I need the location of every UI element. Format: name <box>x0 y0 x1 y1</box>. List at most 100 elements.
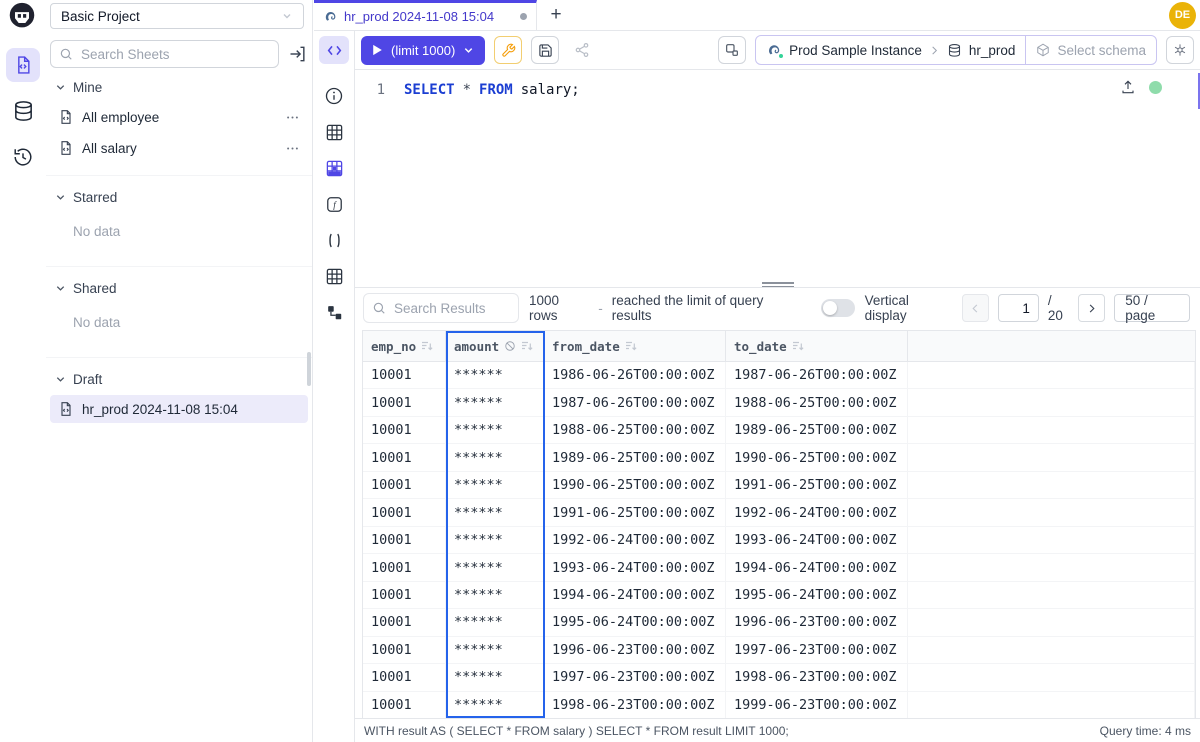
cell-to-date[interactable]: 1991-06-25T00:00:00Z <box>726 472 908 498</box>
section-draft-header[interactable]: Draft <box>46 366 312 392</box>
cell-emp-no[interactable]: 10001 <box>363 472 446 498</box>
cell-from-date[interactable]: 1996-06-23T00:00:00Z <box>544 637 726 663</box>
cell-amount[interactable]: ****** <box>446 637 544 663</box>
cell-amount[interactable]: ****** <box>446 692 544 718</box>
run-query-button[interactable]: (limit 1000) <box>361 36 485 65</box>
cell-to-date[interactable]: 1987-06-26T00:00:00Z <box>726 362 908 388</box>
column-header-amount[interactable]: amount <box>446 331 544 361</box>
column-header-to-date[interactable]: to_date <box>726 331 908 361</box>
cell-emp-no[interactable]: 10001 <box>363 582 446 608</box>
cell-to-date[interactable]: 1999-06-23T00:00:00Z <box>726 692 908 718</box>
info-panel-button[interactable] <box>323 85 345 107</box>
cell-amount[interactable]: ****** <box>446 527 544 553</box>
ai-assistant-button[interactable] <box>1166 36 1194 64</box>
page-size-select[interactable]: 50 / page <box>1114 294 1190 322</box>
table-row[interactable]: 10001 ****** 1995-06-24T00:00:00Z 1996-0… <box>363 609 1195 636</box>
save-sheet-button[interactable] <box>531 36 559 64</box>
cell-amount[interactable]: ****** <box>446 499 544 525</box>
table-row[interactable]: 10001 ****** 1990-06-25T00:00:00Z 1991-0… <box>363 472 1195 499</box>
cell-emp-no[interactable]: 10001 <box>363 554 446 580</box>
cell-amount[interactable]: ****** <box>446 582 544 608</box>
table-row[interactable]: 10001 ****** 1998-06-23T00:00:00Z 1999-0… <box>363 692 1195 718</box>
more-actions-icon[interactable] <box>285 110 300 125</box>
cell-to-date[interactable]: 1988-06-25T00:00:00Z <box>726 389 908 415</box>
cell-to-date[interactable]: 1990-06-25T00:00:00Z <box>726 444 908 470</box>
more-actions-icon[interactable] <box>285 141 300 156</box>
cell-from-date[interactable]: 1997-06-23T00:00:00Z <box>544 664 726 690</box>
cell-to-date[interactable]: 1998-06-23T00:00:00Z <box>726 664 908 690</box>
user-avatar[interactable]: DE <box>1169 2 1196 29</box>
cell-from-date[interactable]: 1992-06-24T00:00:00Z <box>544 527 726 553</box>
cell-emp-no[interactable]: 10001 <box>363 417 446 443</box>
cell-emp-no[interactable]: 10001 <box>363 664 446 690</box>
table-row[interactable]: 10001 ****** 1996-06-23T00:00:00Z 1997-0… <box>363 637 1195 664</box>
cell-to-date[interactable]: 1993-06-24T00:00:00Z <box>726 527 908 553</box>
cell-from-date[interactable]: 1989-06-25T00:00:00Z <box>544 444 726 470</box>
cell-amount[interactable]: ****** <box>446 664 544 690</box>
cell-to-date[interactable]: 1989-06-25T00:00:00Z <box>726 417 908 443</box>
code-panel-button[interactable] <box>319 36 349 64</box>
cell-emp-no[interactable]: 10001 <box>363 362 446 388</box>
table-row[interactable]: 10001 ****** 1993-06-24T00:00:00Z 1994-0… <box>363 554 1195 581</box>
cell-from-date[interactable]: 1994-06-24T00:00:00Z <box>544 582 726 608</box>
table-row[interactable]: 10001 ****** 1991-06-25T00:00:00Z 1992-0… <box>363 499 1195 526</box>
cell-to-date[interactable]: 1994-06-24T00:00:00Z <box>726 554 908 580</box>
cell-from-date[interactable]: 1991-06-25T00:00:00Z <box>544 499 726 525</box>
cell-from-date[interactable]: 1995-06-24T00:00:00Z <box>544 609 726 635</box>
section-mine-header[interactable]: Mine <box>46 74 312 100</box>
table-row[interactable]: 10001 ****** 1994-06-24T00:00:00Z 1995-0… <box>363 582 1195 609</box>
schema-diagram-button[interactable] <box>323 301 345 323</box>
column-header-emp-no[interactable]: emp_no <box>363 331 446 361</box>
table-row[interactable]: 10001 ****** 1988-06-25T00:00:00Z 1989-0… <box>363 417 1195 444</box>
cell-amount[interactable]: ****** <box>446 554 544 580</box>
sort-icon[interactable] <box>625 340 637 352</box>
new-tab-button[interactable]: + <box>537 0 575 30</box>
sql-code-editor[interactable]: 1 SELECT*FROMsalary; <box>355 70 1200 282</box>
column-header-from-date[interactable]: from_date <box>544 331 726 361</box>
cell-emp-no[interactable]: 10001 <box>363 692 446 718</box>
sort-icon[interactable] <box>521 340 533 352</box>
cell-to-date[interactable]: 1996-06-23T00:00:00Z <box>726 609 908 635</box>
search-sheets-input[interactable] <box>50 40 279 68</box>
cell-from-date[interactable]: 1990-06-25T00:00:00Z <box>544 472 726 498</box>
table-row[interactable]: 10001 ****** 1997-06-23T00:00:00Z 1998-0… <box>363 664 1195 691</box>
sheet-item-draft-hr-prod[interactable]: hr_prod 2024-11-08 15:04 <box>50 395 308 423</box>
cell-amount[interactable]: ****** <box>446 472 544 498</box>
page-number-input[interactable]: 1 <box>998 294 1039 322</box>
cell-emp-no[interactable]: 10001 <box>363 609 446 635</box>
next-page-button[interactable] <box>1078 294 1105 322</box>
cell-amount[interactable]: ****** <box>446 362 544 388</box>
batch-mode-button[interactable] <box>718 36 746 64</box>
tables-panel-button[interactable] <box>323 121 345 143</box>
search-results-field[interactable] <box>392 300 510 317</box>
cell-amount[interactable]: ****** <box>446 389 544 415</box>
cell-from-date[interactable]: 1998-06-23T00:00:00Z <box>544 692 726 718</box>
functions-panel-button[interactable]: f <box>323 193 345 215</box>
views-panel-button[interactable] <box>323 265 345 287</box>
cell-from-date[interactable]: 1988-06-25T00:00:00Z <box>544 417 726 443</box>
nav-databases[interactable] <box>6 94 40 128</box>
cell-from-date[interactable]: 1986-06-26T00:00:00Z <box>544 362 726 388</box>
cell-to-date[interactable]: 1992-06-24T00:00:00Z <box>726 499 908 525</box>
nav-history[interactable] <box>6 140 40 174</box>
section-shared-header[interactable]: Shared <box>46 275 312 301</box>
sheet-item-all-salary[interactable]: All salary <box>50 134 308 162</box>
cell-amount[interactable]: ****** <box>446 609 544 635</box>
table-row[interactable]: 10001 ****** 1992-06-24T00:00:00Z 1993-0… <box>363 527 1195 554</box>
prev-page-button[interactable] <box>962 294 989 322</box>
table-row[interactable]: 10001 ****** 1989-06-25T00:00:00Z 1990-0… <box>363 444 1195 471</box>
cell-amount[interactable]: ****** <box>446 444 544 470</box>
nav-worksheets[interactable] <box>6 48 40 82</box>
cell-emp-no[interactable]: 10001 <box>363 527 446 553</box>
format-sql-button[interactable] <box>494 36 522 64</box>
chevron-down-icon[interactable] <box>463 45 474 56</box>
schema-selector[interactable]: Select schema <box>1025 36 1156 64</box>
bytebase-logo[interactable] <box>7 2 37 30</box>
cell-from-date[interactable]: 1987-06-26T00:00:00Z <box>544 389 726 415</box>
vertical-display-toggle[interactable] <box>821 299 855 317</box>
cell-emp-no[interactable]: 10001 <box>363 637 446 663</box>
cell-from-date[interactable]: 1993-06-24T00:00:00Z <box>544 554 726 580</box>
cell-amount[interactable]: ****** <box>446 417 544 443</box>
cell-emp-no[interactable]: 10001 <box>363 389 446 415</box>
sheet-item-all-employee[interactable]: All employee <box>50 103 308 131</box>
